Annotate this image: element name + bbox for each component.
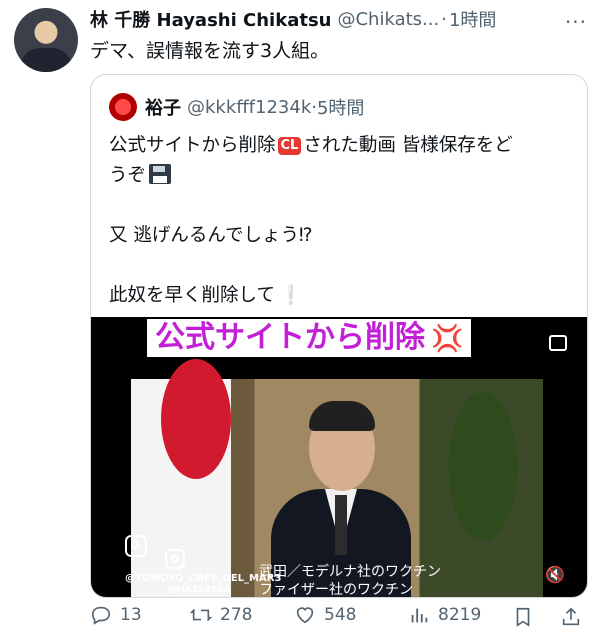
floppy-disk-icon [149,164,172,184]
retweet-button[interactable]: 278 [190,604,252,626]
quote-author-handle[interactable]: @kkkfff1234k [187,97,311,118]
video-subtitle-1: 武田／モデルナ社のワクチン [259,564,441,580]
separator: · [441,8,447,30]
quote-header: 裕子 @kkkfff1234k · 5時間 [109,93,364,121]
video-player[interactable]: 公式サイトから削除 💢 @TOMOYO_CAFE_DEL_MAR3 @MA3588… [91,317,587,597]
mute-icon[interactable]: 🔇 [545,565,565,584]
quote-time[interactable]: 5時間 [317,94,364,120]
tweet-text: デマ、誤情報を流す3人組。 [90,40,330,62]
author-name[interactable]: 林 千勝 Hayashi Chikatsu [90,6,331,32]
tweet-actions: 13 278 548 8219 [90,604,586,632]
cl-icon: CL [277,137,302,155]
reply-count: 13 [120,605,142,625]
like-button[interactable]: 548 [294,604,356,626]
views-button[interactable]: 8219 [408,604,481,626]
instagram-icon-2 [165,549,185,569]
watermark-2: @MA3588SA [167,585,231,595]
like-icon [296,607,314,624]
anger-icon: 💢 [431,324,464,354]
bookmark-button[interactable] [512,606,534,632]
captions-icon[interactable] [549,335,567,351]
watermark-1: @TOMOYO_CAFE_DEL_MAR3 [125,573,282,584]
author-avatar[interactable] [14,8,78,72]
reply-icon [91,606,111,625]
views-count: 8219 [438,605,482,625]
instagram-icon [125,535,147,557]
quote-line-4: 此奴を早く削除して [109,285,275,306]
quote-avatar[interactable] [109,93,137,121]
tweet-time[interactable]: 1時間 [449,6,496,32]
video-subtitle-2: ファイザー社のワクチン [259,582,413,597]
views-icon [411,608,428,623]
bookmark-icon [516,607,530,627]
retweet-icon [190,608,212,622]
retweet-count: 278 [220,605,253,625]
quote-text: 公式サイトから削除 CL された動画 皆様保存をど うぞ 又 逃げんるんでしょう⁉ … [109,131,569,311]
like-count: 548 [324,605,357,625]
plant-image [423,379,543,597]
quote-author-name[interactable]: 裕子 [145,94,181,120]
more-icon[interactable]: ··· [565,10,587,34]
share-icon [562,607,580,626]
reply-button[interactable]: 13 [90,604,142,626]
tweet-header: 林 千勝 Hayashi Chikatsu @Chikats... · 1時間 [90,6,587,32]
quote-line-3: 又 逃げんるんでしょう⁉ [109,225,313,246]
share-button[interactable] [560,606,582,632]
quoted-tweet[interactable]: 裕子 @kkkfff1234k · 5時間 公式サイトから削除 CL された動画 皆… [90,74,588,598]
video-banner: 公式サイトから削除 💢 [147,319,472,357]
exclamation-icon: ❕ [278,285,302,306]
author-handle[interactable]: @Chikats... [337,9,439,30]
